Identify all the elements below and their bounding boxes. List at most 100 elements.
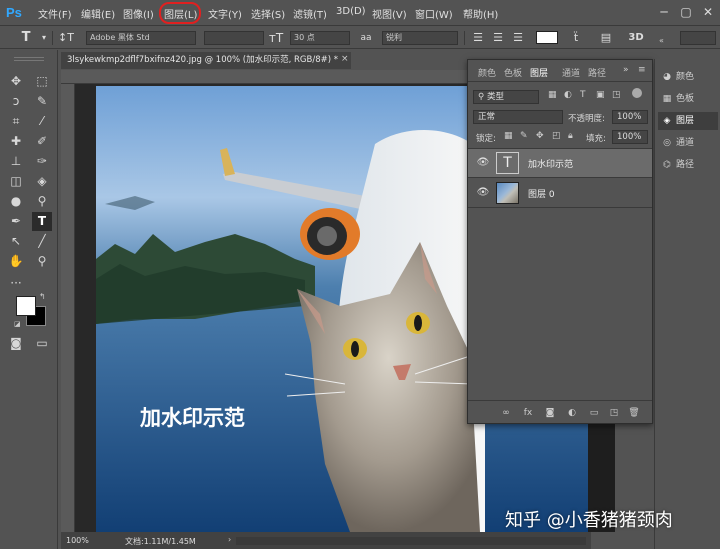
visibility-eye-icon[interactable]: 👁︎: [476, 187, 490, 199]
font-size-select[interactable]: 30 点: [290, 31, 350, 45]
dock-paths[interactable]: ⌬ 路径: [658, 156, 718, 174]
filter-pixel-icon[interactable]: ▦: [548, 90, 557, 100]
filter-shape-icon[interactable]: ▣: [596, 90, 605, 100]
tab-layers[interactable]: 图层: [530, 66, 548, 79]
tab-channels[interactable]: 通道: [562, 66, 580, 79]
dodge-tool-icon[interactable]: ⚲: [32, 192, 52, 211]
status-menu-arrow-icon[interactable]: ›: [228, 535, 231, 544]
eraser-tool-icon[interactable]: ◫: [6, 172, 26, 191]
more-tools-icon[interactable]: ···: [6, 274, 26, 293]
close-icon[interactable]: ✕: [700, 5, 716, 19]
add-mask-icon[interactable]: ◙: [542, 406, 558, 420]
menu-select[interactable]: 选择(S): [251, 6, 285, 21]
lock-pixels-icon[interactable]: ✎: [520, 131, 528, 141]
filter-toggle[interactable]: [632, 88, 642, 98]
type-tool-preset-icon[interactable]: T: [18, 30, 34, 46]
tab-swatches[interactable]: 色板: [504, 66, 522, 79]
text-color-swatch[interactable]: [536, 31, 558, 44]
zoom-tool-icon[interactable]: ⚲: [32, 252, 52, 271]
adjustment-layer-icon[interactable]: ◐: [564, 406, 580, 420]
toolbar-grip[interactable]: [14, 57, 44, 61]
clone-stamp-tool-icon[interactable]: ⊥: [6, 152, 26, 171]
zoom-level[interactable]: 100%: [66, 536, 89, 545]
new-layer-icon[interactable]: ◳: [606, 406, 622, 420]
new-group-icon[interactable]: ▭: [586, 406, 602, 420]
pen-tool-icon[interactable]: ✒: [6, 212, 26, 231]
menu-filter[interactable]: 滤镜(T): [293, 6, 327, 21]
visibility-eye-icon[interactable]: 👁︎: [476, 157, 490, 169]
paint-bucket-tool-icon[interactable]: ◈: [32, 172, 52, 191]
dropdown-arrow-icon[interactable]: ▾: [36, 30, 52, 46]
quick-select-tool-icon[interactable]: ✎: [32, 92, 52, 111]
3d-icon[interactable]: 3D: [628, 30, 644, 46]
lasso-tool-icon[interactable]: ↄ: [6, 92, 26, 111]
tab-color[interactable]: 颜色: [478, 66, 496, 79]
menu-help[interactable]: 帮助(H): [463, 6, 498, 21]
menu-image[interactable]: 图像(I): [123, 6, 154, 21]
link-layers-icon[interactable]: ∞: [498, 406, 514, 420]
line-tool-icon[interactable]: ╱: [32, 232, 52, 251]
panel-menu-icon[interactable]: ≡: [638, 65, 646, 75]
filter-type-icon[interactable]: T: [580, 90, 586, 100]
minimize-icon[interactable]: ─: [656, 5, 672, 19]
delete-layer-icon[interactable]: 🗑︎: [626, 406, 642, 420]
font-family-select[interactable]: Adobe 黑体 Std: [86, 31, 196, 45]
menu-3d[interactable]: 3D(D): [336, 6, 366, 17]
watermark-text-layer[interactable]: 加水印示范: [140, 402, 245, 432]
document-size[interactable]: 文档:1.11M/1.45M: [125, 536, 196, 547]
blend-mode-select[interactable]: 正常: [473, 110, 563, 124]
document-tab[interactable]: 3lsykewkmp2dflf7bxifnz420.jpg @ 100% (加水…: [61, 52, 351, 69]
menu-type[interactable]: 文字(Y): [208, 6, 242, 21]
menu-file[interactable]: 文件(F): [38, 6, 72, 21]
hand-tool-icon[interactable]: ✋: [6, 252, 26, 271]
maximize-icon[interactable]: ▢: [678, 5, 694, 19]
layer-style-icon[interactable]: fx: [520, 406, 536, 420]
swap-colors-icon[interactable]: ↰: [39, 292, 46, 301]
collapse-panels-icon[interactable]: «: [659, 36, 664, 45]
panel-expand-icon[interactable]: »: [623, 65, 629, 75]
marquee-tool-icon[interactable]: ⬚: [32, 72, 52, 91]
lock-all-icon[interactable]: 🔒︎: [568, 131, 573, 141]
close-document-icon[interactable]: ×: [341, 54, 349, 64]
blur-tool-icon[interactable]: ●: [6, 192, 26, 211]
dock-color[interactable]: ◕ 颜色: [658, 68, 718, 86]
layer-row-text[interactable]: 👁︎ T 加水印示范: [468, 149, 652, 178]
menu-window[interactable]: 窗口(W): [415, 6, 453, 21]
horizontal-scrollbar[interactable]: [236, 537, 586, 545]
tab-paths[interactable]: 路径: [588, 66, 606, 79]
brush-tool-icon[interactable]: ✐: [32, 132, 52, 151]
eyedropper-tool-icon[interactable]: ⁄: [32, 112, 52, 131]
screen-mode-icon[interactable]: ▭: [32, 334, 52, 353]
dock-channels[interactable]: ◎ 通道: [658, 134, 718, 152]
layer-name[interactable]: 图层 0: [528, 187, 555, 200]
align-left-icon[interactable]: ☰: [470, 30, 486, 46]
opacity-input[interactable]: 100%: [612, 110, 648, 124]
filter-adjustment-icon[interactable]: ◐: [564, 90, 572, 100]
healing-brush-tool-icon[interactable]: ✚: [6, 132, 26, 151]
layer-name[interactable]: 加水印示范: [528, 157, 573, 170]
lock-artboard-icon[interactable]: ◰: [552, 131, 561, 141]
align-right-icon[interactable]: ☰: [510, 30, 526, 46]
fill-input[interactable]: 100%: [612, 130, 648, 144]
lock-transparent-icon[interactable]: ▦: [504, 131, 513, 141]
foreground-color-swatch[interactable]: [16, 296, 36, 316]
layer-row-image[interactable]: 👁︎ 图层 0: [468, 179, 652, 208]
font-style-select[interactable]: [204, 31, 264, 45]
filter-smart-object-icon[interactable]: ◳: [612, 90, 621, 100]
warp-text-icon[interactable]: ẗ: [568, 30, 584, 46]
dock-layers[interactable]: ◈ 图层: [658, 112, 718, 130]
antialias-select[interactable]: 锐利: [382, 31, 458, 45]
workspace-select[interactable]: [680, 31, 716, 45]
align-center-icon[interactable]: ☰: [490, 30, 506, 46]
toggle-text-orientation-icon[interactable]: ↕T: [58, 30, 74, 46]
crop-tool-icon[interactable]: ⌗: [6, 112, 26, 131]
menu-edit[interactable]: 编辑(E): [81, 6, 115, 21]
menu-view[interactable]: 视图(V): [372, 6, 407, 21]
history-brush-tool-icon[interactable]: ✑: [32, 152, 52, 171]
layer-filter-select[interactable]: ⚲ 类型: [473, 90, 539, 104]
vertical-ruler[interactable]: [61, 84, 75, 532]
type-tool-icon[interactable]: T: [32, 212, 52, 231]
move-tool-icon[interactable]: ✥: [6, 72, 26, 91]
character-panel-icon[interactable]: ▤: [598, 30, 614, 46]
lock-position-icon[interactable]: ✥: [536, 131, 544, 141]
